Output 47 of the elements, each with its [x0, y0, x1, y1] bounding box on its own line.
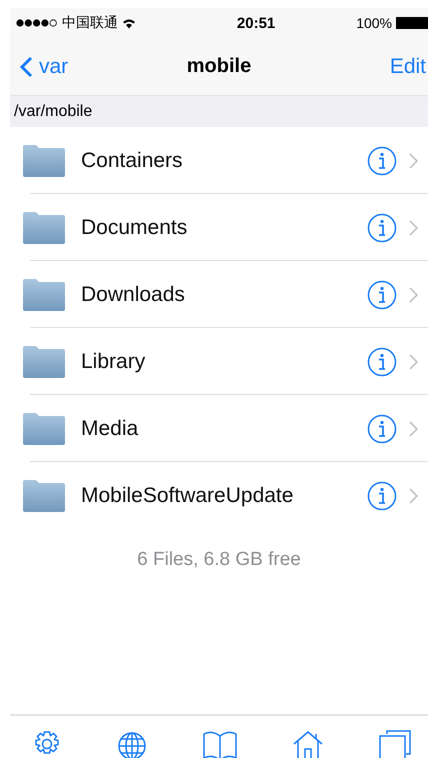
battery-percent: 100% [356, 15, 392, 31]
back-button[interactable]: var [10, 54, 68, 78]
folder-name: Media [81, 416, 140, 440]
folder-icon [22, 210, 66, 244]
folder-row[interactable]: MobileSoftwareUpdate [10, 462, 428, 529]
chevron-right-icon [409, 220, 418, 236]
chevron-right-icon [409, 354, 418, 370]
carrier-name: 中国联通 [62, 14, 118, 32]
folder-name: Library [81, 350, 146, 374]
folder-name: Containers [81, 148, 184, 172]
chevron-left-icon [20, 56, 33, 78]
folder-name: Downloads [81, 282, 186, 306]
info-icon[interactable] [367, 146, 397, 176]
info-icon[interactable] [367, 346, 397, 376]
chevron-right-icon [409, 152, 418, 168]
folder-row[interactable]: Media [10, 395, 428, 462]
folder-row[interactable]: Containers [10, 127, 428, 194]
folder-row[interactable]: Library [10, 328, 428, 395]
signal-icon [16, 19, 58, 27]
pages-icon[interactable] [378, 730, 412, 758]
folder-icon [22, 144, 66, 178]
globe-icon[interactable] [116, 730, 148, 758]
chevron-right-icon [409, 286, 418, 302]
battery-icon [396, 17, 428, 29]
folder-row[interactable]: Documents [10, 194, 428, 261]
edit-button[interactable]: Edit [390, 54, 426, 78]
folder-name: Documents [81, 216, 188, 240]
home-icon[interactable] [292, 730, 324, 758]
folder-icon [22, 478, 66, 512]
folder-icon [22, 344, 66, 378]
nav-title: mobile [186, 55, 252, 78]
folder-icon [22, 412, 66, 446]
book-icon[interactable] [202, 730, 238, 758]
back-label: var [39, 54, 68, 78]
status-time: 20:51 [236, 14, 276, 32]
info-icon[interactable] [367, 414, 397, 444]
info-icon[interactable] [367, 280, 397, 310]
info-icon[interactable] [367, 480, 397, 510]
folder-row[interactable]: Downloads [10, 261, 428, 328]
info-icon[interactable] [367, 212, 397, 242]
storage-summary: 6 Files, 6.8 GB free [136, 549, 302, 571]
folder-icon [22, 278, 66, 312]
chevron-right-icon [409, 420, 418, 436]
folder-name: MobileSoftwareUpdate [81, 484, 294, 508]
path-bar: /var/mobile [10, 95, 428, 127]
chevron-right-icon [409, 488, 418, 504]
wifi-icon [122, 18, 136, 28]
